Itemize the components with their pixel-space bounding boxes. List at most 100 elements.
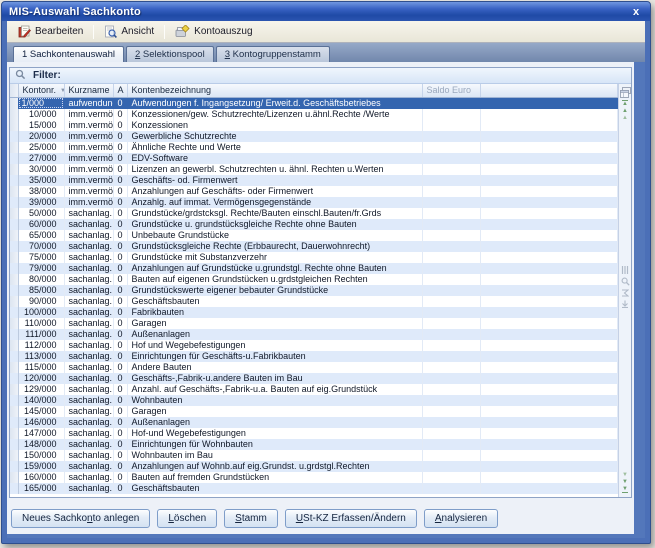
cell-filler — [480, 373, 618, 384]
cell-kurzname: sachanlag. — [64, 439, 113, 450]
table-row[interactable]: 113/000 sachanlag. 0 Einrichtungen für G… — [10, 351, 618, 362]
stamm-button[interactable]: Stamm — [224, 509, 278, 528]
table-row[interactable]: 140/000 sachanlag. 0 Wohnbauten — [10, 395, 618, 406]
cell-a: 0 — [113, 428, 127, 439]
table-row[interactable]: 160/000 sachanlag. 0 Bauten auf fremden … — [10, 472, 618, 483]
cell-kontenbezeichnung: Garagen — [127, 318, 422, 329]
table-row[interactable]: 85/000 sachanlag. 0 Grundstückswerte eig… — [10, 285, 618, 296]
table-row[interactable]: 60/000 sachanlag. 0 Grundstücke u. grund… — [10, 219, 618, 230]
cell-a: 0 — [113, 439, 127, 450]
grid-search-icon[interactable] — [621, 277, 630, 288]
tab-selektionspool[interactable]: 2 Selektionspool — [126, 46, 214, 62]
table-row[interactable]: 80/000 sachanlag. 0 Bauten auf eigenen G… — [10, 274, 618, 285]
cell-kurzname: sachanlag. — [64, 263, 113, 274]
cell-a: 0 — [113, 406, 127, 417]
row-gutter — [10, 285, 18, 296]
table-row[interactable]: 110/000 sachanlag. 0 Garagen — [10, 318, 618, 329]
cell-saldo-euro — [422, 296, 480, 307]
table-row[interactable]: 39/000 imm.vermög 0 Anzahlg. auf immat. … — [10, 197, 618, 208]
table-row[interactable]: 30/000 imm.vermög 0 Lizenzen an gewerbl.… — [10, 164, 618, 175]
table-row[interactable]: 25/000 imm.vermög 0 Ähnliche Rechte und … — [10, 142, 618, 153]
column-header-saldo-euro[interactable]: Saldo Euro — [422, 84, 480, 97]
tab-label: Sachkontenauswahl — [27, 49, 115, 60]
kontoauszug-button[interactable]: Kontoauszug — [168, 22, 259, 41]
cell-a: 0 — [113, 109, 127, 120]
account-statement-icon — [175, 25, 190, 38]
table-row[interactable]: 27/000 imm.vermög 0 EDV-Software — [10, 153, 618, 164]
table-row[interactable]: 75/000 sachanlag. 0 Grundstücke mit Subs… — [10, 252, 618, 263]
table-row[interactable]: 90/000 sachanlag. 0 Geschäftsbauten — [10, 296, 618, 307]
scroll-down-icon[interactable]: ▼ — [622, 479, 628, 485]
cell-kontonr: 25/000 — [18, 142, 64, 153]
cell-filler — [480, 153, 618, 164]
column-header-kontenbezeichnung[interactable]: Kontenbezeichnung — [127, 84, 422, 97]
column-header-kurzname[interactable]: Kurzname — [64, 84, 113, 97]
cell-saldo-euro — [422, 274, 480, 285]
scroll-bottom-icon[interactable]: ▼ — [622, 486, 628, 493]
table-row[interactable]: 112/000 sachanlag. 0 Hof und Wegebefesti… — [10, 340, 618, 351]
cell-kontonr: 70/000 — [18, 241, 64, 252]
toolbar-separator — [93, 25, 94, 39]
scroll-page-down-icon[interactable]: ▼ — [622, 472, 628, 478]
loeschen-button[interactable]: Löschen — [157, 509, 217, 528]
row-gutter — [10, 241, 18, 252]
cell-a: 0 — [113, 351, 127, 362]
ansicht-button[interactable]: Ansicht — [97, 22, 161, 41]
scroll-top-icon[interactable]: ▲ — [622, 100, 628, 107]
table-row[interactable]: 115/000 sachanlag. 0 Andere Bauten — [10, 362, 618, 373]
bearbeiten-button[interactable]: Bearbeiten — [11, 22, 90, 41]
table-row[interactable]: 38/000 imm.vermög 0 Anzahlungen auf Gesc… — [10, 186, 618, 197]
table-row[interactable]: 147/000 sachanlag. 0 Hof-und Wegebefesti… — [10, 428, 618, 439]
grid-goto-icon[interactable] — [621, 300, 629, 310]
cell-kurzname: sachanlag. — [64, 340, 113, 351]
content-panel: Filter: Kontonr.▼ Kurzname — [7, 62, 634, 534]
filter-bar[interactable]: Filter: — [10, 68, 631, 84]
neues-sachkonto-anlegen-button[interactable]: Neues Sachkonto anlegen — [11, 509, 150, 528]
close-icon[interactable]: x — [629, 6, 643, 18]
table-row[interactable]: 148/000 sachanlag. 0 Einrichtungen für W… — [10, 439, 618, 450]
table-row[interactable]: 15/000 imm.vermög 0 Konzessionen — [10, 120, 618, 131]
table-row[interactable]: 120/000 sachanlag. 0 Geschäfts-,Fabrik-u… — [10, 373, 618, 384]
cell-filler — [480, 175, 618, 186]
table-row[interactable]: 50/000 sachanlag. 0 Grundstücke/grdstcks… — [10, 208, 618, 219]
analysieren-button[interactable]: Analysieren — [424, 509, 498, 528]
cell-kurzname: sachanlag. — [64, 252, 113, 263]
tab-sachkontenauswahl[interactable]: 1 Sachkontenauswahl — [13, 46, 124, 62]
row-gutter — [10, 373, 18, 384]
cell-kurzname: sachanlag. — [64, 428, 113, 439]
table-row[interactable]: 10/000 imm.vermög 0 Konzessionen/gew. Sc… — [10, 109, 618, 120]
accounts-grid: Filter: Kontonr.▼ Kurzname — [9, 67, 632, 498]
cell-kurzname: sachanlag. — [64, 362, 113, 373]
table-row[interactable]: 79/000 sachanlag. 0 Anzahlungen auf Grun… — [10, 263, 618, 274]
grid-columns-icon[interactable] — [621, 266, 629, 276]
grid-sum-icon[interactable] — [621, 289, 629, 299]
ust-kz-erfassen-aendern-button[interactable]: USt-KZ Erfassen/Ändern — [285, 509, 417, 528]
cell-filler — [480, 208, 618, 219]
table-row[interactable]: 165/000 sachanlag. 0 Geschäftsbauten — [10, 483, 618, 494]
table-row[interactable]: 35/000 imm.vermög 0 Geschäfts- od. Firme… — [10, 175, 618, 186]
row-gutter — [10, 153, 18, 164]
cell-filler — [480, 461, 618, 472]
table-row[interactable]: 1/000 aufwendung 0 Aufwendungen f. Ingan… — [10, 97, 618, 109]
table-row[interactable]: 159/000 sachanlag. 0 Anzahlungen auf Woh… — [10, 461, 618, 472]
scroll-page-up-icon[interactable]: ▲ — [622, 115, 628, 121]
table-row[interactable]: 20/000 imm.vermög 0 Gewerbliche Schutzre… — [10, 131, 618, 142]
cell-kontonr: 38/000 — [18, 186, 64, 197]
cell-filler — [480, 109, 618, 120]
table-row[interactable]: 145/000 sachanlag. 0 Garagen — [10, 406, 618, 417]
table-row[interactable]: 111/000 sachanlag. 0 Außenanlagen — [10, 329, 618, 340]
table-row[interactable]: 70/000 sachanlag. 0 Grundstücksgleiche R… — [10, 241, 618, 252]
kontoauszug-label: Kontoauszug — [194, 26, 252, 37]
tab-kontogruppenstamm[interactable]: 3 Kontogruppenstamm — [216, 46, 330, 62]
scroll-up-icon[interactable]: ▲ — [622, 108, 628, 114]
table-row[interactable]: 100/000 sachanlag. 0 Fabrikbauten — [10, 307, 618, 318]
cell-kontenbezeichnung: Lizenzen an gewerbl. Schutzrechten u. äh… — [127, 164, 422, 175]
table-row[interactable]: 146/000 sachanlag. 0 Außenanlagen — [10, 417, 618, 428]
column-header-a[interactable]: A — [113, 84, 127, 97]
column-header-kontonr[interactable]: Kontonr.▼ — [18, 84, 64, 97]
grid-scroll-strip[interactable]: ▲ ▲ ▲ — [618, 84, 631, 497]
table-row[interactable]: 150/000 sachanlag. 0 Wohnbauten im Bau — [10, 450, 618, 461]
table-row[interactable]: 65/000 sachanlag. 0 Unbebaute Grundstück… — [10, 230, 618, 241]
cell-saldo-euro — [422, 406, 480, 417]
table-row[interactable]: 129/000 sachanlag. 0 Anzahl. auf Geschäf… — [10, 384, 618, 395]
